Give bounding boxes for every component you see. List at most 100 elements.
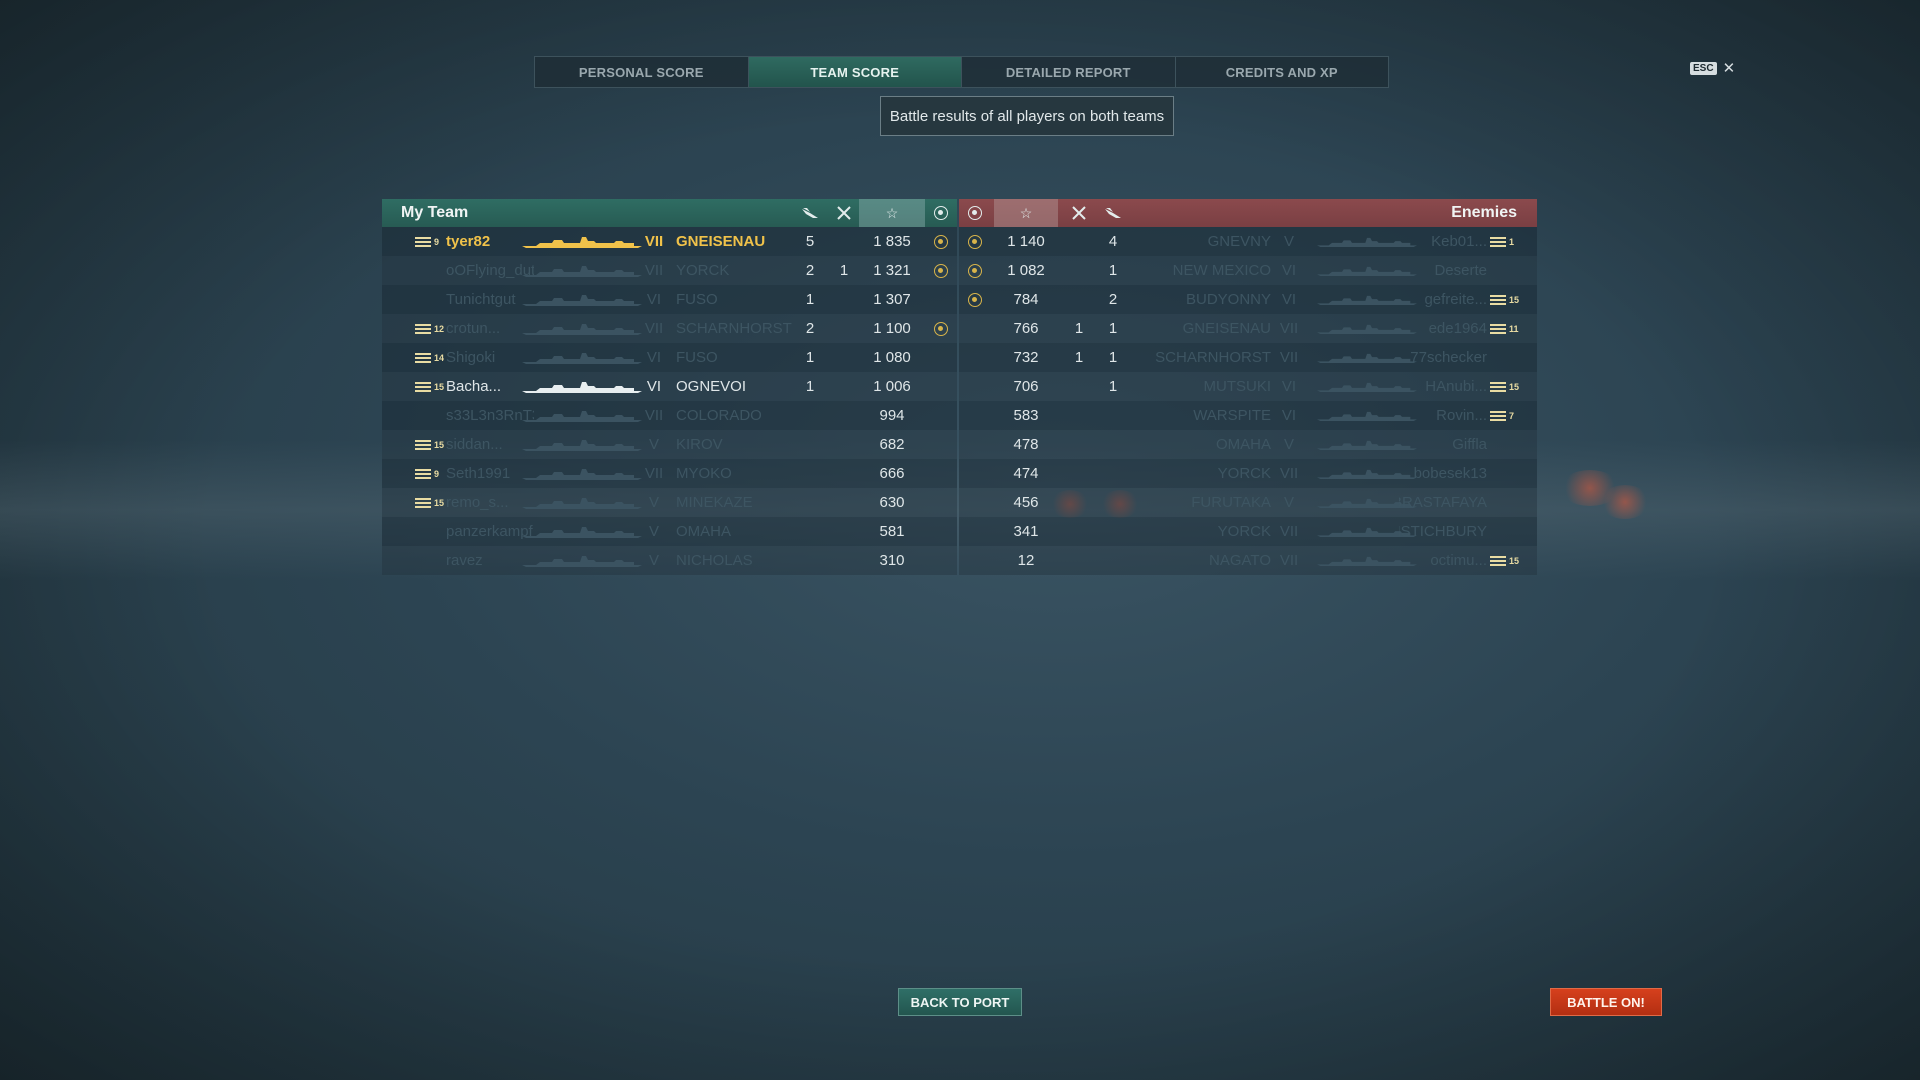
- ship-tier: VII: [644, 262, 664, 279]
- tab-team-score[interactable]: TEAM SCORE: [748, 57, 962, 87]
- table-row[interactable]: 9 Seth1991 VII MYOKO 666: [382, 459, 957, 488]
- ship-silhouette: [522, 517, 642, 546]
- table-row[interactable]: 15 Bacha... VI OGNEVOI 1 1 006: [382, 372, 957, 401]
- rank-number: 11: [1509, 323, 1519, 334]
- medal-value: [959, 372, 991, 401]
- table-row[interactable]: 12 crotun... VII SCHARNHORST 2 1 100: [382, 314, 957, 343]
- rank-number: 9: [434, 468, 440, 479]
- ship-tier: VII: [644, 407, 664, 424]
- player-name: Tunichtgut: [446, 291, 516, 308]
- ships-destroyed-value: 1: [805, 349, 815, 366]
- ship-silhouette-icon: [522, 323, 642, 335]
- table-row[interactable]: 456FURUTAKAV7BRASTAFAYA: [959, 488, 1537, 517]
- ship-tier: VII: [644, 233, 664, 250]
- planes-destroyed-column: [1063, 199, 1095, 227]
- ships-destroyed-value: 2: [1108, 291, 1118, 308]
- ship-silhouette-icon: [522, 497, 642, 509]
- medal-icon: [934, 321, 948, 336]
- medal-value: [959, 459, 991, 488]
- table-row[interactable]: 9 tyer82 VII GNEISENAU 5 1 835: [382, 227, 957, 256]
- base-xp-value: 581: [879, 523, 905, 540]
- tab-detailed-report[interactable]: DETAILED REPORT: [962, 57, 1176, 87]
- medal-icon: [968, 263, 982, 278]
- player-name: ravez: [446, 552, 483, 569]
- close-button[interactable]: ESC ✕: [1690, 61, 1735, 76]
- ship-name: GNEVNY: [1207, 233, 1271, 250]
- ship-name: FUSO: [676, 349, 718, 366]
- table-body: 9 tyer82 VII GNEISENAU 5 1 835 oOFlying_dut...…: [382, 227, 1537, 575]
- table-row[interactable]: oOFlying_dut... VII YORCK 2 1 1 321: [382, 256, 957, 285]
- table-row[interactable]: 15 siddan... V KIROV 682: [382, 430, 957, 459]
- rank-icon: [1489, 323, 1507, 335]
- rank-icon: [1489, 294, 1507, 306]
- planes-destroyed-value: [828, 401, 860, 430]
- table-row[interactable]: 474 YORCK VII bobesek13: [959, 459, 1537, 488]
- ships-destroyed-value: [794, 459, 826, 488]
- ship-tier: V: [648, 436, 659, 453]
- rank-number: 12: [433, 323, 444, 334]
- ship-tier: VI: [646, 291, 662, 308]
- ship-silhouette-icon: [522, 526, 642, 538]
- table-row[interactable]: 706 1 MUTSUKI VI HAnubi... 15: [959, 372, 1537, 401]
- ship-name: OMAHA: [676, 523, 732, 540]
- ships-destroyed-value: 5: [805, 233, 815, 250]
- table-row[interactable]: 766 1 1 GNEISENAU VII ede1964 11: [959, 314, 1537, 343]
- base-xp-value: 1 100: [873, 320, 911, 337]
- table-row[interactable]: 12 NAGATO VII octimu... 15: [959, 546, 1537, 575]
- table-row[interactable]: 478 OMAHA V Giffla: [959, 430, 1537, 459]
- player-name: ede1964: [1428, 320, 1487, 337]
- ship-silhouette: [522, 372, 642, 401]
- ship-name: YORCK: [1217, 465, 1271, 482]
- rank-icon: [414, 352, 432, 364]
- ship-tier: V: [648, 523, 659, 540]
- base-xp-value: 310: [879, 552, 905, 569]
- table-row[interactable]: 784 2 BUDYONNY VI gefreite... 15: [959, 285, 1537, 314]
- ship-silhouette-icon: [522, 468, 642, 480]
- player-rank: [1489, 459, 1529, 488]
- ships-destroyed-value: [1097, 401, 1129, 430]
- table-row[interactable]: 1 082 1 NEW MEXICO VI Deserte: [959, 256, 1537, 285]
- planes-destroyed-value: [1063, 517, 1095, 546]
- table-row[interactable]: 14 Shigoki VI FUSO 1 1 080: [382, 343, 957, 372]
- tab-personal-score[interactable]: PERSONAL SCORE: [535, 57, 749, 87]
- player-name: Bacha...: [446, 378, 502, 395]
- battle-on-button[interactable]: BATTLE ON!: [1550, 988, 1662, 1016]
- table-row[interactable]: 15 remo_s... V MINEKAZE 630: [382, 488, 957, 517]
- back-to-port-button[interactable]: BACK TO PORT: [898, 988, 1022, 1016]
- ship-silhouette: [522, 285, 642, 314]
- base-xp-value: 456: [1013, 494, 1039, 511]
- ship-name: SCHARNHORST: [676, 320, 792, 337]
- planes-destroyed-column: [828, 199, 860, 227]
- planes-destroyed-value: [828, 517, 860, 546]
- ships-destroyed-value: [1097, 546, 1129, 575]
- rank-number: 9: [434, 236, 440, 247]
- table-row[interactable]: panzerkampf... V OMAHA 581: [382, 517, 957, 546]
- table-row[interactable]: 583 WARSPITE VI Rovin... 7: [959, 401, 1537, 430]
- table-row[interactable]: Tunichtgut VI FUSO 1 1 307: [382, 285, 957, 314]
- medals-column: [959, 199, 991, 227]
- table-row[interactable]: 341YORCKVIIRHSTICHBURY: [959, 517, 1537, 546]
- player-name: RHSTICHBURY: [1399, 523, 1487, 540]
- medal-icon: [934, 206, 948, 220]
- planes-destroyed-value: [828, 546, 860, 575]
- base-xp-column: ☆: [994, 199, 1058, 227]
- table-row[interactable]: ravez V NICHOLAS 310: [382, 546, 957, 575]
- player-name: Giffla: [1452, 436, 1487, 453]
- table-row[interactable]: 1 140 4 GNEVNY V Keb01... 1: [959, 227, 1537, 256]
- crossed-swords-icon: [837, 206, 851, 220]
- player-rank: [414, 401, 444, 430]
- table-row[interactable]: 732 1 1 SCHARNHORST VII 77schecker: [959, 343, 1537, 372]
- base-xp-value: 341: [1013, 523, 1039, 540]
- results-tabs: PERSONAL SCORE TEAM SCORE DETAILED REPOR…: [534, 56, 1389, 88]
- player-rank: 9: [414, 227, 444, 256]
- rank-number: 15: [433, 497, 444, 508]
- distant-fire: [1600, 485, 1650, 519]
- player-rank: 15: [414, 430, 444, 459]
- tab-credits-and-xp[interactable]: CREDITS AND XP: [1176, 57, 1389, 87]
- ship-silhouette-icon: [522, 236, 642, 248]
- rank-number: 15: [433, 381, 444, 392]
- player-name: gefreite...: [1424, 291, 1487, 308]
- table-row[interactable]: s33L3n3RnT3 VII COLORADO 994: [382, 401, 957, 430]
- star-icon: ☆: [1019, 204, 1033, 221]
- planes-destroyed-value: [828, 430, 860, 459]
